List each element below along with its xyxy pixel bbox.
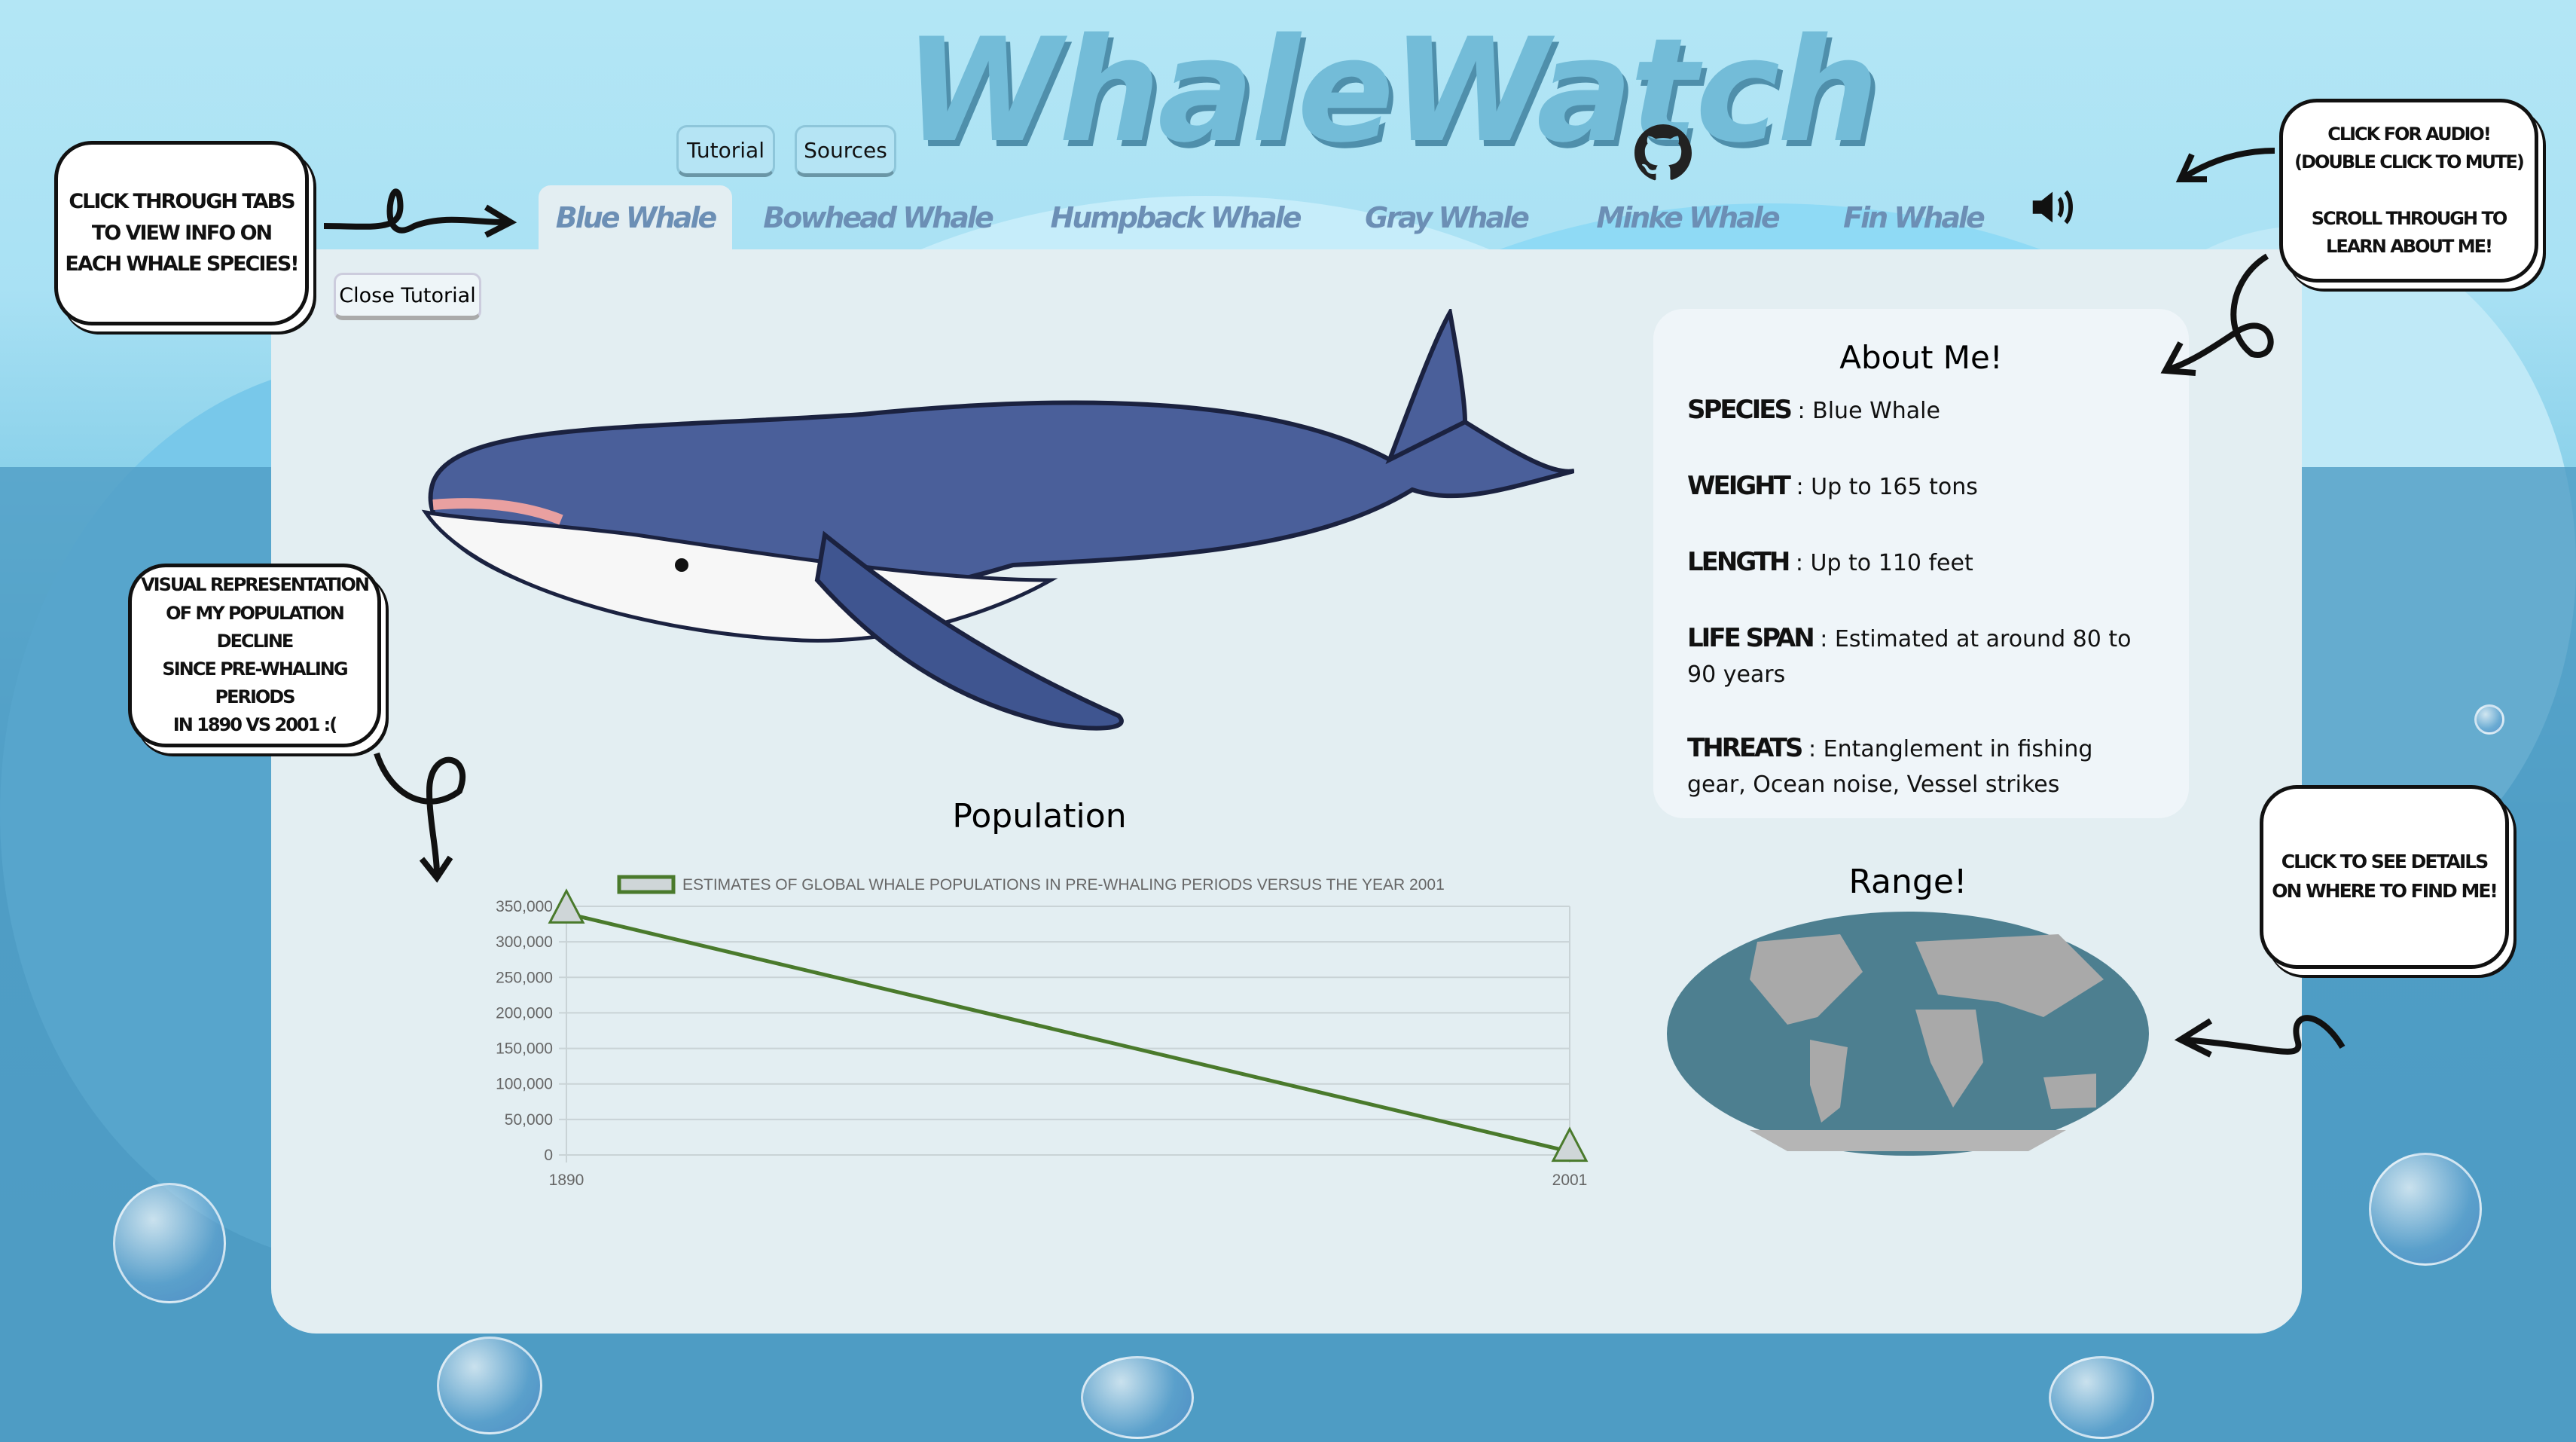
tutorial-button[interactable]: Tutorial <box>676 125 775 177</box>
about-row: SPECIES : Blue Whale <box>1687 395 1940 425</box>
y-tick-label: 350,000 <box>496 898 553 915</box>
about-row: LENGTH : Up to 110 feet <box>1687 547 1973 577</box>
bubble <box>1081 1356 1194 1439</box>
sources-button[interactable]: Sources <box>795 125 896 177</box>
about-value: Up to 110 feet <box>1810 550 1973 576</box>
bubble <box>113 1183 226 1303</box>
about-title: About Me! <box>1839 339 2003 376</box>
tutorial-callout-tabs: Click through tabs to view info on each … <box>54 141 309 325</box>
tab-minke-whale[interactable]: Minke Whale <box>1582 185 1793 249</box>
tab-humpback-whale[interactable]: Humpback Whale <box>1039 185 1311 249</box>
about-key: LENGTH <box>1687 547 1790 577</box>
about-key: WEIGHT <box>1687 471 1791 501</box>
blue-whale-illustration <box>411 306 1575 750</box>
series-line <box>566 911 1570 1154</box>
y-tick-label: 300,000 <box>496 933 553 951</box>
bubble <box>2049 1356 2154 1439</box>
about-row: LIFE SPAN : Estimated at around 80 to 90… <box>1687 623 2132 688</box>
about-value: Up to 165 tons <box>1811 474 1978 500</box>
arrow-icon <box>2174 1015 2346 1058</box>
population-chart: ESTIMATES OF GLOBAL WHALE POPULATIONS IN… <box>496 875 1589 1189</box>
tab-fin-whale[interactable]: Fin Whale <box>1823 185 2004 249</box>
speaker-icon[interactable] <box>2026 181 2079 234</box>
tab-bowhead-whale[interactable]: Bowhead Whale <box>753 185 1002 249</box>
range-title: Range! <box>1848 863 1967 901</box>
x-tick-label: 2001 <box>1552 1172 1588 1189</box>
github-icon[interactable] <box>1634 124 1692 182</box>
bubble <box>2369 1153 2482 1266</box>
legend-swatch <box>617 875 676 894</box>
population-title: Population <box>952 797 1127 836</box>
legend-label: ESTIMATES OF GLOBAL WHALE POPULATIONS IN… <box>682 876 1445 894</box>
y-tick-label: 150,000 <box>496 1040 553 1058</box>
tutorial-callout-range: Click to see details on where to find me… <box>2260 785 2509 969</box>
y-tick-label: 50,000 <box>505 1111 553 1129</box>
tab-label: Blue Whale <box>555 200 717 234</box>
about-row: WEIGHT : Up to 165 tons <box>1687 471 1978 501</box>
x-tick-label: 1890 <box>549 1172 584 1189</box>
bubble <box>2474 704 2504 735</box>
arrow-icon <box>323 188 517 238</box>
about-key: THREATS <box>1687 733 1803 763</box>
about-value: Blue Whale <box>1812 398 1940 424</box>
about-key: SPECIES <box>1687 395 1793 425</box>
y-tick-label: 200,000 <box>496 1004 553 1022</box>
tab-gray-whale[interactable]: Gray Whale <box>1348 185 1544 249</box>
about-me-card: About Me! SPECIES : Blue Whale WEIGHT : U… <box>1653 309 2189 818</box>
range-map[interactable] <box>1667 912 2150 1156</box>
tutorial-callout-chart: Visual representation of my population d… <box>128 564 381 747</box>
tutorial-callout-audio: Click for audio! (double click to mute) … <box>2279 99 2538 283</box>
data-point[interactable] <box>1551 1126 1589 1162</box>
arrow-icon <box>2160 253 2274 376</box>
y-tick-label: 250,000 <box>496 969 553 986</box>
y-tick-label: 0 <box>544 1147 553 1164</box>
about-key: LIFE SPAN <box>1687 623 1815 653</box>
app-title: WhaleWatch <box>904 8 1879 174</box>
arrow-icon <box>374 752 466 883</box>
y-tick-label: 100,000 <box>496 1076 553 1093</box>
bubble <box>437 1337 542 1434</box>
about-row: THREATS : Entanglement in fishing gear, … <box>1687 733 2093 798</box>
tab-blue-whale[interactable]: Blue Whale <box>539 185 732 249</box>
arrow-icon <box>2175 148 2275 182</box>
